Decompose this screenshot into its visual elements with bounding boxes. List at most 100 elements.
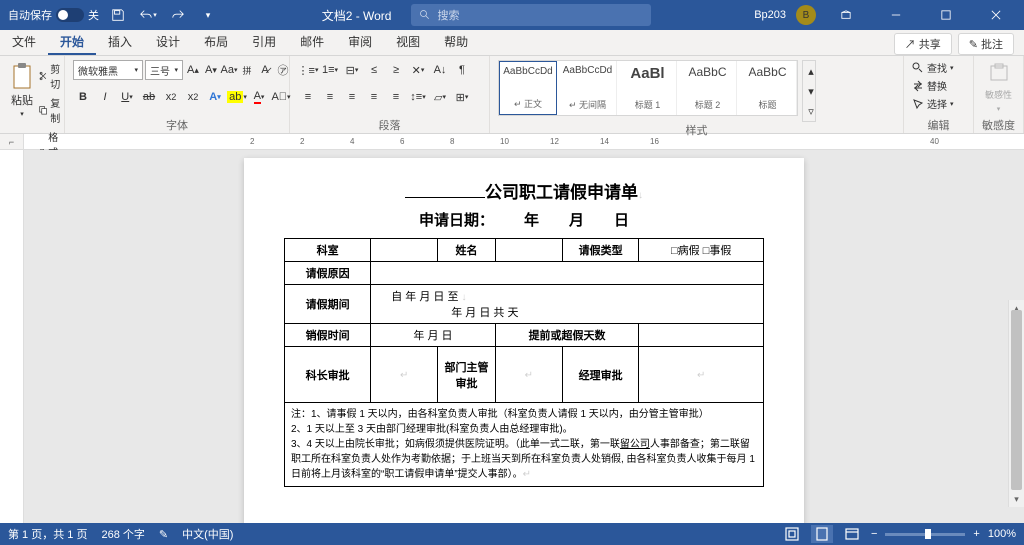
word-count[interactable]: 268 个字 bbox=[101, 526, 144, 542]
minimize-icon[interactable] bbox=[876, 1, 916, 29]
share-button[interactable]: ↗ 共享 bbox=[894, 33, 952, 55]
char-shading-button[interactable]: A⃝▾ bbox=[271, 87, 291, 107]
tab-view[interactable]: 视图 bbox=[384, 29, 432, 55]
document-scroll[interactable]: 公司职工请假申请单↓ 申请日期：年月日 科室 姓名 请假类型□病假 □事假 请假… bbox=[24, 150, 1024, 529]
justify-button[interactable]: ≡ bbox=[364, 87, 384, 107]
close-icon[interactable] bbox=[976, 1, 1016, 29]
tab-home[interactable]: 开始 bbox=[48, 29, 96, 55]
align-right-button[interactable]: ≡ bbox=[342, 87, 362, 107]
page-indicator[interactable]: 第 1 页，共 1 页 bbox=[8, 526, 87, 542]
focus-mode-icon[interactable] bbox=[781, 525, 803, 543]
scroll-thumb[interactable] bbox=[1011, 310, 1022, 490]
style-heading1[interactable]: AaBl标题 1 bbox=[619, 61, 677, 115]
vertical-ruler[interactable] bbox=[0, 150, 24, 529]
shrink-font-button[interactable]: A▾ bbox=[203, 60, 219, 80]
title-bar: 自动保存 关 ▾ ▾ 文档2 - Word 搜索 Bp203 B bbox=[0, 0, 1024, 30]
show-marks-button[interactable]: ¶ bbox=[452, 60, 472, 80]
styles-more-icon[interactable]: ▿ bbox=[803, 101, 819, 121]
styles-up-icon[interactable]: ▴ bbox=[803, 61, 819, 81]
user-name[interactable]: Bp203 bbox=[754, 9, 786, 21]
bold-button[interactable]: B bbox=[73, 87, 93, 107]
font-color-button[interactable]: A▾ bbox=[249, 87, 269, 107]
search-icon bbox=[912, 62, 924, 74]
tab-design[interactable]: 设计 bbox=[144, 29, 192, 55]
redo-icon[interactable] bbox=[167, 4, 189, 26]
font-size-select[interactable]: 三号▾ bbox=[145, 60, 183, 80]
web-layout-icon[interactable] bbox=[841, 525, 863, 543]
cut-button[interactable]: 剪切 bbox=[38, 60, 65, 92]
language-indicator[interactable]: 中文(中国) bbox=[182, 526, 233, 542]
tab-references[interactable]: 引用 bbox=[240, 29, 288, 55]
sort-button[interactable]: A↓ bbox=[430, 60, 450, 80]
zoom-slider[interactable] bbox=[885, 533, 965, 536]
document-title: 文档2 - Word bbox=[322, 7, 392, 24]
search-icon bbox=[419, 9, 431, 21]
group-paragraph: ⋮≡▾ 1≡▾ ⊟▾ ≤ ≥ ✕▾ A↓ ¶ ≡ ≡ ≡ ≡ ≡ ↕≡▾ ▱▾ … bbox=[290, 56, 490, 133]
form-table[interactable]: 科室 姓名 请假类型□病假 □事假 请假原因 请假期间自 年 月 日 至 ↓年 … bbox=[284, 238, 764, 403]
multilevel-button[interactable]: ⊟▾ bbox=[342, 60, 362, 80]
avatar[interactable]: B bbox=[796, 5, 816, 25]
decrease-indent-button[interactable]: ≤ bbox=[364, 60, 384, 80]
phonetic-guide-button[interactable]: 拼 bbox=[239, 60, 255, 80]
autosave-toggle[interactable]: 自动保存 关 bbox=[8, 7, 99, 23]
qat-customize-icon[interactable]: ▾ bbox=[197, 4, 219, 26]
enclose-char-button[interactable]: ㋐ bbox=[275, 60, 291, 80]
highlight-button[interactable]: ab▾ bbox=[227, 87, 247, 107]
grow-font-button[interactable]: A▴ bbox=[185, 60, 201, 80]
print-layout-icon[interactable] bbox=[811, 525, 833, 543]
font-name-select[interactable]: 微软雅黑▾ bbox=[73, 60, 143, 80]
comments-button[interactable]: ✎ 批注 bbox=[958, 33, 1014, 55]
vertical-scrollbar[interactable]: ▴ ▾ bbox=[1008, 300, 1024, 507]
align-center-button[interactable]: ≡ bbox=[320, 87, 340, 107]
tab-review[interactable]: 审阅 bbox=[336, 29, 384, 55]
search-box[interactable]: 搜索 bbox=[411, 4, 651, 26]
increase-indent-button[interactable]: ≥ bbox=[386, 60, 406, 80]
text-effects-button[interactable]: A▾ bbox=[205, 87, 225, 107]
tab-mailings[interactable]: 邮件 bbox=[288, 29, 336, 55]
text-direction-button[interactable]: ✕▾ bbox=[408, 60, 428, 80]
scroll-down-icon[interactable]: ▾ bbox=[1009, 491, 1024, 507]
shading-button[interactable]: ▱▾ bbox=[430, 87, 450, 107]
style-normal[interactable]: AaBbCcDd↵ 正文 bbox=[499, 61, 557, 115]
style-title[interactable]: AaBbC标题 bbox=[739, 61, 797, 115]
zoom-level[interactable]: 100% bbox=[988, 528, 1016, 540]
italic-button[interactable]: I bbox=[95, 87, 115, 107]
paste-button[interactable]: 粘贴▾ bbox=[8, 60, 36, 120]
zoom-out-button[interactable]: − bbox=[871, 528, 877, 540]
select-button[interactable]: 选择▾ bbox=[912, 96, 954, 111]
strikethrough-button[interactable]: ab bbox=[139, 87, 159, 107]
style-heading2[interactable]: AaBbC标题 2 bbox=[679, 61, 737, 115]
styles-gallery[interactable]: AaBbCcDd↵ 正文 AaBbCcDd↵ 无间隔 AaBl标题 1 AaBb… bbox=[498, 60, 798, 116]
ribbon-tabs: 文件 开始 插入 设计 布局 引用 邮件 审阅 视图 帮助 ↗ 共享 ✎ 批注 bbox=[0, 30, 1024, 56]
clear-format-button[interactable]: A̷ bbox=[257, 60, 273, 80]
maximize-icon[interactable] bbox=[926, 1, 966, 29]
subscript-button[interactable]: x2 bbox=[161, 87, 181, 107]
replace-icon bbox=[912, 80, 924, 92]
bullets-button[interactable]: ⋮≡▾ bbox=[298, 60, 318, 80]
tab-help[interactable]: 帮助 bbox=[432, 29, 480, 55]
copy-icon bbox=[39, 104, 47, 116]
page[interactable]: 公司职工请假申请单↓ 申请日期：年月日 科室 姓名 请假类型□病假 □事假 请假… bbox=[244, 158, 804, 529]
replace-button[interactable]: 替换 bbox=[912, 78, 954, 93]
undo-icon[interactable]: ▾ bbox=[137, 4, 159, 26]
tab-insert[interactable]: 插入 bbox=[96, 29, 144, 55]
underline-button[interactable]: U▾ bbox=[117, 87, 137, 107]
ribbon-display-icon[interactable] bbox=[826, 1, 866, 29]
distribute-button[interactable]: ≡ bbox=[386, 87, 406, 107]
superscript-button[interactable]: x2 bbox=[183, 87, 203, 107]
line-spacing-button[interactable]: ↕≡▾ bbox=[408, 87, 428, 107]
styles-down-icon[interactable]: ▾ bbox=[803, 81, 819, 101]
spellcheck-icon[interactable]: ✎ bbox=[159, 528, 168, 541]
numbering-button[interactable]: 1≡▾ bbox=[320, 60, 340, 80]
borders-button[interactable]: ⊞▾ bbox=[452, 87, 472, 107]
save-icon[interactable] bbox=[107, 4, 129, 26]
change-case-button[interactable]: Aa▾ bbox=[221, 60, 237, 80]
zoom-in-button[interactable]: + bbox=[973, 528, 979, 540]
style-nospacing[interactable]: AaBbCcDd↵ 无间隔 bbox=[559, 61, 617, 115]
find-button[interactable]: 查找▾ bbox=[912, 60, 954, 75]
tab-layout[interactable]: 布局 bbox=[192, 29, 240, 55]
copy-button[interactable]: 复制 bbox=[38, 94, 65, 126]
align-left-button[interactable]: ≡ bbox=[298, 87, 318, 107]
horizontal-ruler[interactable]: ⌐ 224681012141640 bbox=[0, 134, 1024, 150]
tab-file[interactable]: 文件 bbox=[0, 29, 48, 55]
